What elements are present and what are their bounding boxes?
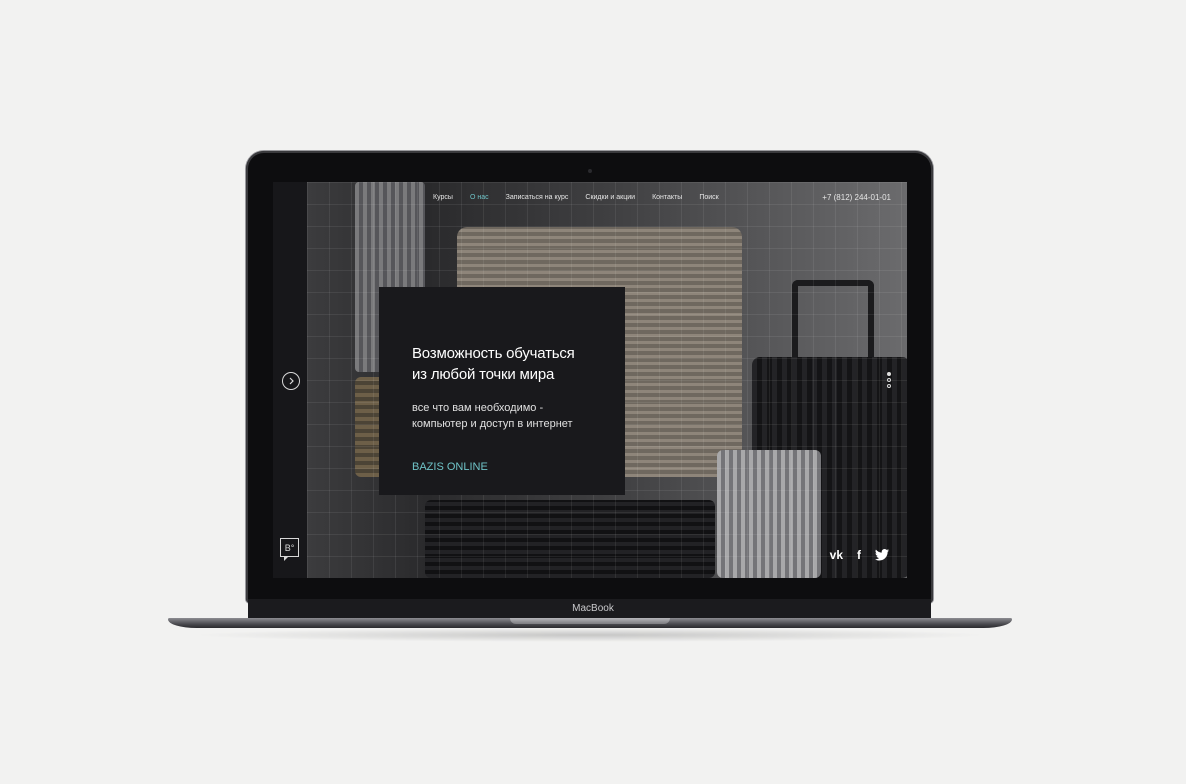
chevron-right-icon [289, 377, 294, 385]
camera [588, 169, 592, 173]
next-slide-button[interactable] [282, 372, 300, 390]
twitter-icon[interactable] [875, 549, 889, 561]
nav-item-discounts[interactable]: Скидки и акции [585, 194, 635, 201]
device-brand-label: MacBook [572, 603, 614, 614]
nav-item-enroll[interactable]: Записаться на курс [506, 194, 569, 201]
nav-item-search[interactable]: Поиск [699, 194, 718, 201]
website-screen: Курсы О нас Записаться на курс Скидки и … [273, 182, 907, 578]
hero-card: Возможность обучаться из любой точки мир… [379, 287, 625, 495]
hero-subtitle-line: все что вам необходимо - [412, 402, 544, 414]
hero-subtitle-line: компьютер и доступ в интернет [412, 418, 573, 430]
pager-dot[interactable] [887, 378, 891, 382]
phone-number[interactable]: +7 (812) 244-01-01 [822, 193, 891, 202]
nav-item-contacts[interactable]: Контакты [652, 194, 682, 201]
hero-title-line: Возможность обучаться [412, 345, 575, 362]
hero-subtitle: все что вам необходимо - компьютер и дос… [412, 400, 612, 432]
slide-pager [887, 372, 891, 390]
pager-dot[interactable] [887, 384, 891, 388]
vk-icon[interactable]: vk [830, 548, 843, 562]
bazis-online-link[interactable]: BAZIS ONLINE [412, 461, 488, 473]
nav-item-courses[interactable]: Курсы [433, 194, 453, 201]
pager-dot[interactable] [887, 372, 891, 376]
hero-title: Возможность обучаться из любой точки мир… [412, 343, 612, 385]
logo[interactable]: B° [280, 538, 299, 561]
laptop-notch [510, 618, 670, 624]
main-nav: Курсы О нас Записаться на курс Скидки и … [433, 194, 736, 201]
nav-item-about[interactable]: О нас [470, 194, 489, 201]
facebook-icon[interactable]: f [857, 548, 861, 562]
laptop-shadow [190, 628, 990, 642]
social-links: vk f [830, 548, 889, 562]
hero-title-line: из любой точки мира [412, 366, 555, 383]
